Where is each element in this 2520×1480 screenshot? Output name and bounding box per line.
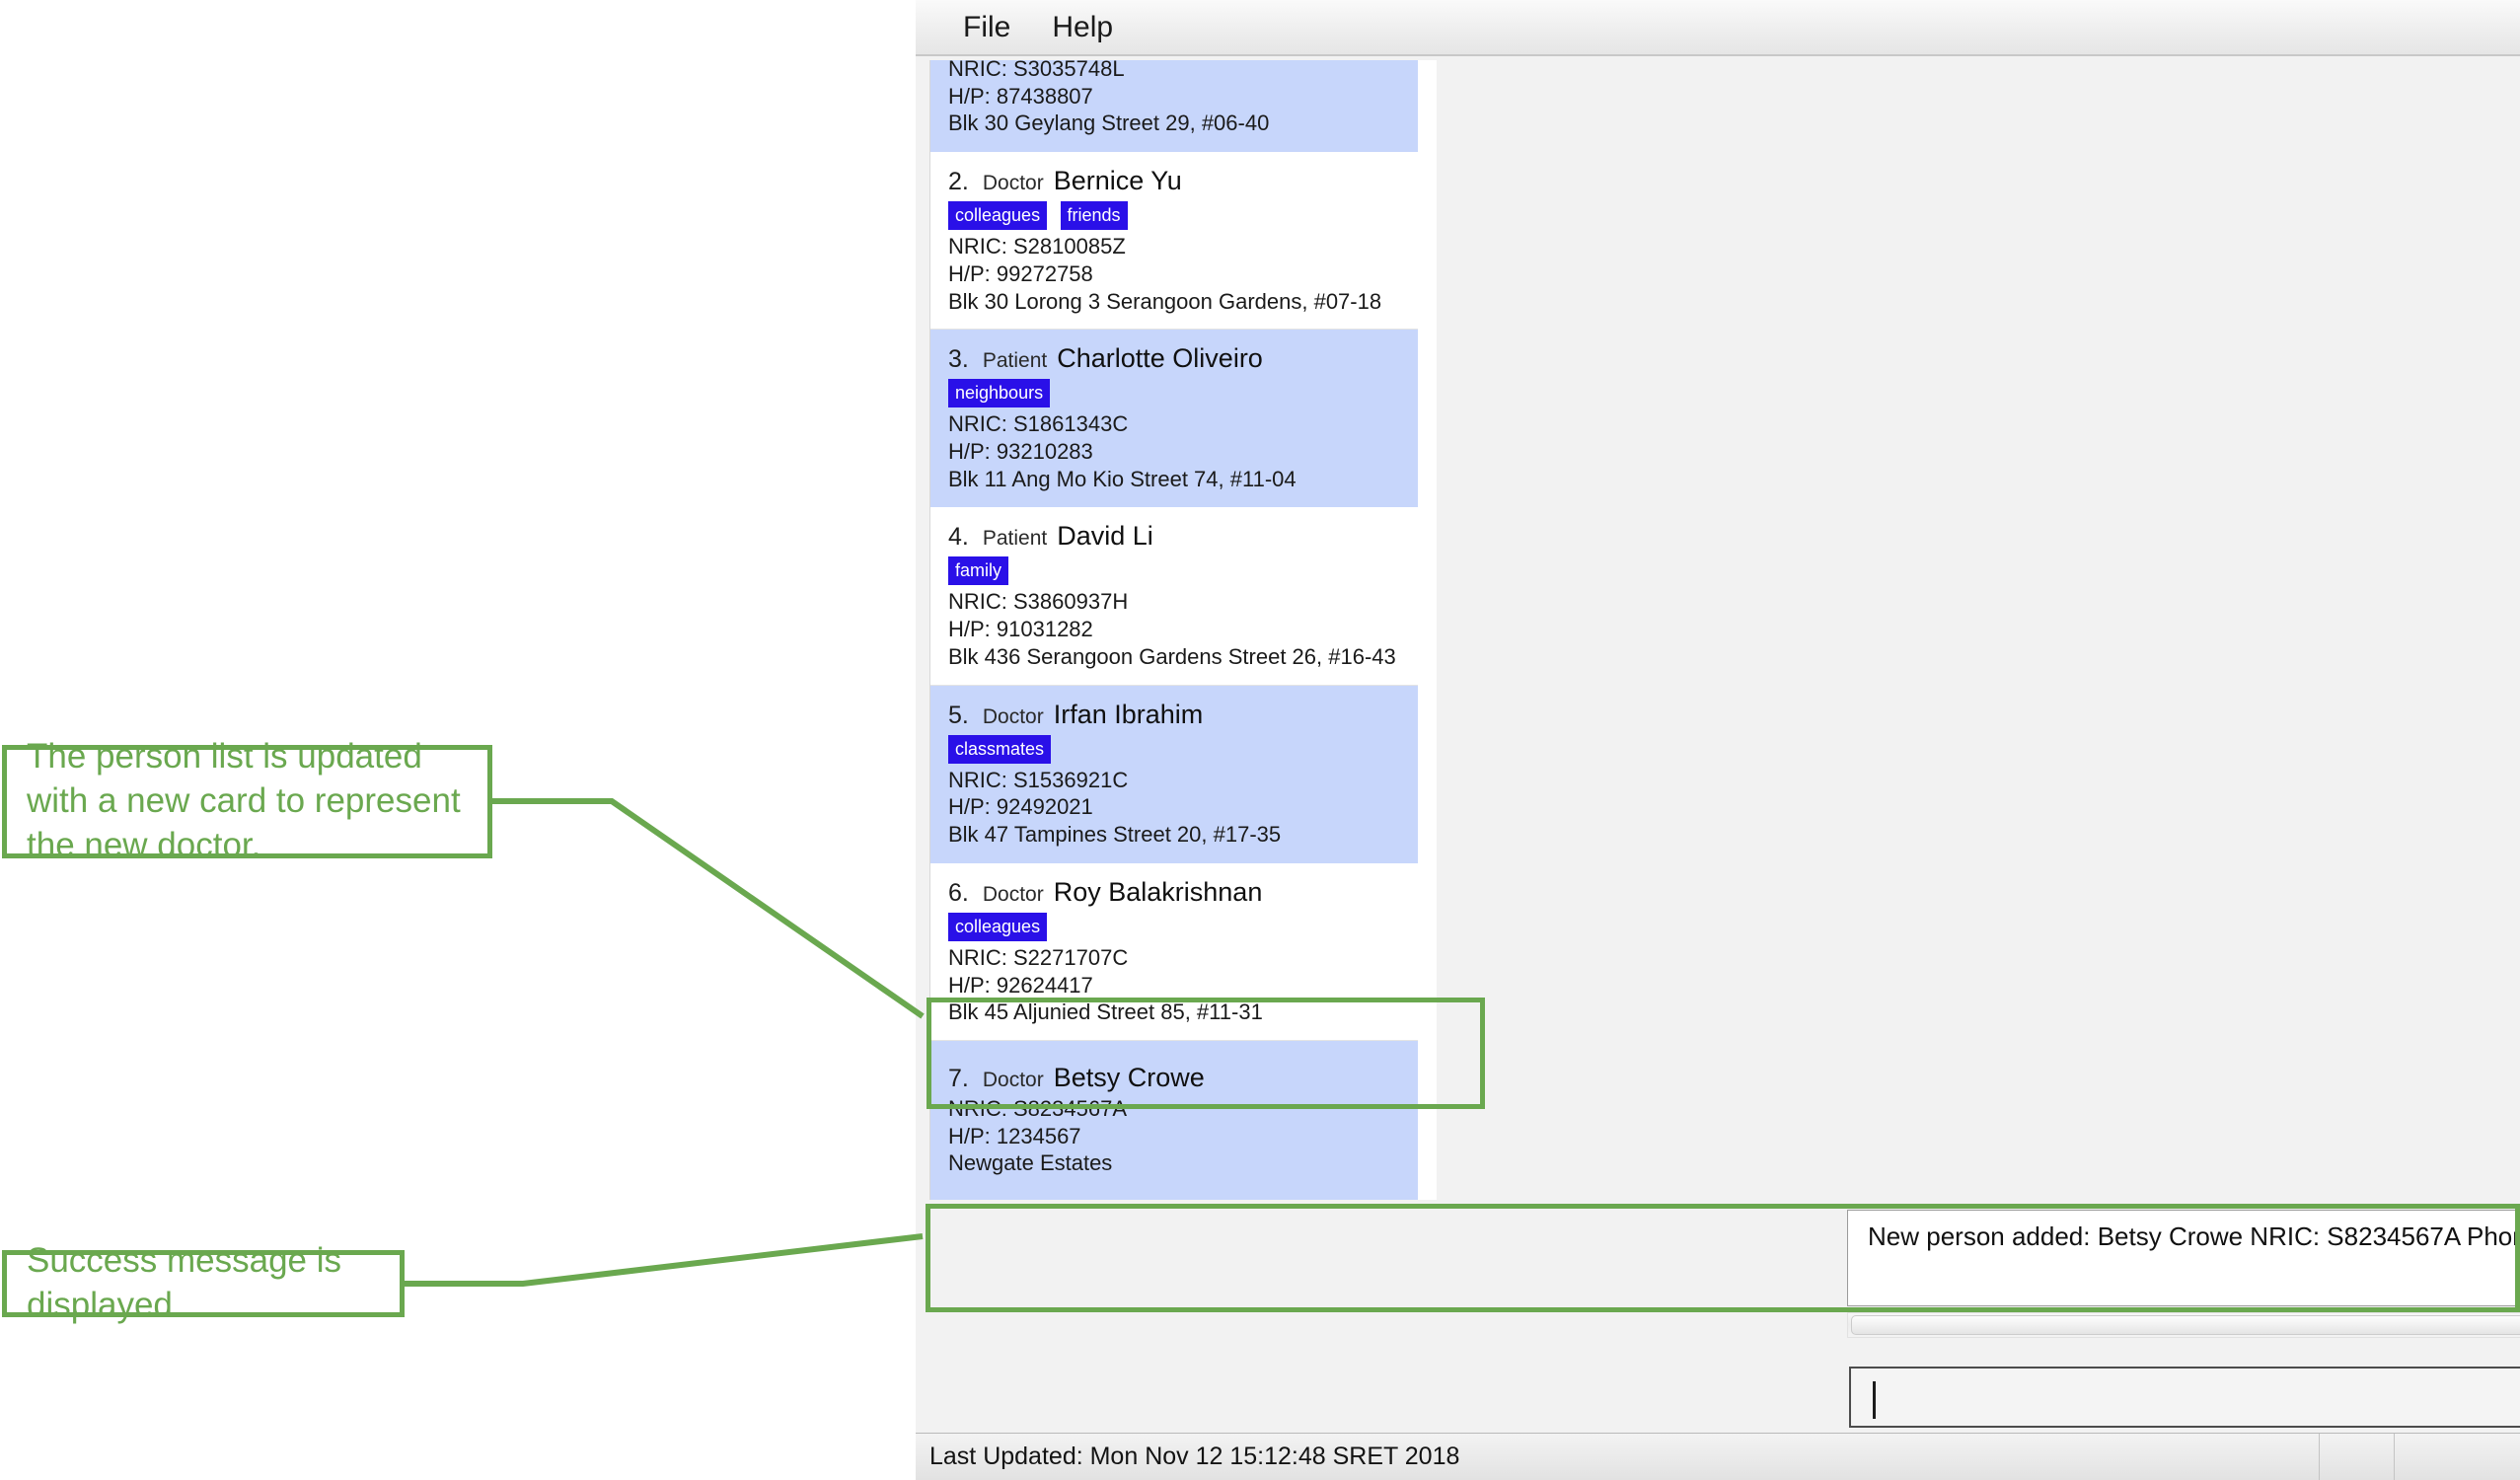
menu-item-help[interactable]: Help [1034,9,1131,46]
result-display-message: New person added: Betsy Crowe NRIC: S823… [1868,1221,2520,1251]
screenshot-root: File Help 1. NRIC: S3035748L H/P: 874 [0,0,2520,1480]
person-card-address: Newgate Estates [948,1150,1113,1176]
annotation-callout-text: Success message is displayed. [27,1241,342,1324]
person-card-nric: NRIC: S1861343C [948,411,1129,437]
person-card-role: Doctor [982,172,1044,195]
result-display-hscrollbar[interactable] [1847,1312,2520,1338]
person-card-nric: NRIC: S3035748L [948,60,1125,81]
person-card-role: Doctor [982,704,1044,728]
person-card[interactable]: 6. Doctor Roy Balakrishnan colleagues NR… [930,862,1418,1041]
tag-badge: classmates [948,734,1052,764]
person-card-index: 3. [948,345,969,374]
person-card-tags: neighbours [948,379,1400,408]
person-card-name: David Li [1057,521,1153,552]
person-card-name: Irfan Ibrahim [1053,699,1204,729]
person-card-index: 4. [948,523,969,552]
main-split-pane: 1. NRIC: S3035748L H/P: 87438807 Blk 30 … [916,58,2520,1201]
person-card-index: 6. [948,878,969,907]
text-caret [1873,1381,1876,1419]
person-card-address: Blk 436 Serangoon Gardens Street 26, #16… [948,643,1396,669]
menu-bar: File Help [916,0,2520,56]
person-card-tags: colleagues friends [948,201,1400,231]
person-card-address: Blk 30 Geylang Street 29, #06-40 [948,111,1270,136]
menu-item-file[interactable]: File [945,9,1028,46]
address-book-window: File Help 1. NRIC: S3035748L H/P: 874 [916,0,2520,1480]
person-card-index: 5. [948,701,969,729]
annotation-callout-person-list: The person list is updated with a new ca… [2,737,492,864]
person-card-tags: classmates [948,734,1400,764]
person-card[interactable]: 4. Patient David Li family NRIC: S386093… [930,507,1418,686]
person-card-address: Blk 45 Aljunied Street 85, #11-31 [948,999,1263,1025]
person-card[interactable]: 1. NRIC: S3035748L H/P: 87438807 Blk 30 … [930,60,1418,153]
person-card-phone: H/P: 92492021 [948,794,1093,820]
result-display: New person added: Betsy Crowe NRIC: S823… [1847,1210,2520,1306]
person-card-role: Doctor [982,1068,1044,1091]
person-card-phone: H/P: 92624417 [948,972,1093,998]
person-card-name: Betsy Crowe [1053,1062,1205,1092]
person-card-header: 7. Doctor Betsy Crowe [948,1063,1400,1093]
person-card-tags: colleagues [948,912,1400,941]
person-card-name: Roy Balakrishnan [1053,876,1263,907]
tag-badge: friends [1060,201,1128,231]
person-card-header: 3. Patient Charlotte Oliveiro [948,343,1400,374]
status-bar: Last Updated: Mon Nov 12 15:12:48 SRET 2… [916,1433,2520,1480]
person-card-phone: H/P: 1234567 [948,1123,1081,1148]
person-card-header: 6. Doctor Roy Balakrishnan [948,877,1400,908]
person-card-address: Blk 11 Ang Mo Kio Street 74, #11-04 [948,466,1297,491]
annotation-callout-text: The person list is updated with a new ca… [27,737,461,864]
person-card-tags: family [948,556,1400,586]
person-card-name: Charlotte Oliveiro [1057,343,1263,374]
person-card[interactable]: 3. Patient Charlotte Oliveiro neighbours… [930,330,1418,508]
tag-badge: colleagues [948,912,1048,941]
person-card-name: Bernice Yu [1053,166,1182,196]
person-card-phone: H/P: 87438807 [948,83,1093,109]
person-card-role: Patient [982,527,1048,551]
person-card-nric: NRIC: S3860937H [948,589,1129,615]
person-card-header: 2. Doctor Bernice Yu [948,166,1400,196]
tag-badge: colleagues [948,201,1048,231]
result-display-hscrollbar-thumb[interactable] [1851,1315,2520,1335]
command-input[interactable] [1849,1367,2520,1428]
status-bar-divider [2394,1434,2395,1480]
person-card-nric: NRIC: S2810085Z [948,234,1126,259]
status-bar-last-updated: Last Updated: Mon Nov 12 15:12:48 SRET 2… [929,1443,1460,1470]
person-card-phone: H/P: 99272758 [948,260,1093,286]
person-card-address: Blk 47 Tampines Street 20, #17-35 [948,822,1282,848]
person-card-phone: H/P: 93210283 [948,439,1093,465]
person-card-new[interactable]: 7. Doctor Betsy Crowe NRIC: S8234567A H/… [930,1040,1418,1200]
person-card-index: 7. [948,1064,969,1092]
person-card-nric: NRIC: S8234567A [948,1095,1127,1121]
annotation-callout-success-message: Success message is displayed. [2,1241,405,1324]
person-card-address: Blk 30 Lorong 3 Serangoon Gardens, #07-1… [948,288,1382,314]
person-list: 1. NRIC: S3035748L H/P: 87438807 Blk 30 … [930,60,1418,1200]
person-card-role: Doctor [982,882,1044,906]
person-card-index: 2. [948,168,969,196]
person-card-nric: NRIC: S2271707C [948,944,1129,970]
person-card[interactable]: 2. Doctor Bernice Yu colleagues friends … [930,152,1418,331]
person-card-header: 5. Doctor Irfan Ibrahim [948,700,1400,730]
person-card[interactable]: 5. Doctor Irfan Ibrahim classmates NRIC:… [930,685,1418,863]
person-card-header: 4. Patient David Li [948,521,1400,552]
person-card-nric: NRIC: S1536921C [948,767,1129,792]
person-card-phone: H/P: 91031282 [948,617,1093,642]
status-bar-divider [2319,1434,2320,1480]
person-card-role: Patient [982,349,1048,373]
tag-badge: neighbours [948,379,1051,408]
person-list-panel[interactable]: 1. NRIC: S3035748L H/P: 87438807 Blk 30 … [929,60,1437,1200]
tag-badge: family [948,556,1009,586]
